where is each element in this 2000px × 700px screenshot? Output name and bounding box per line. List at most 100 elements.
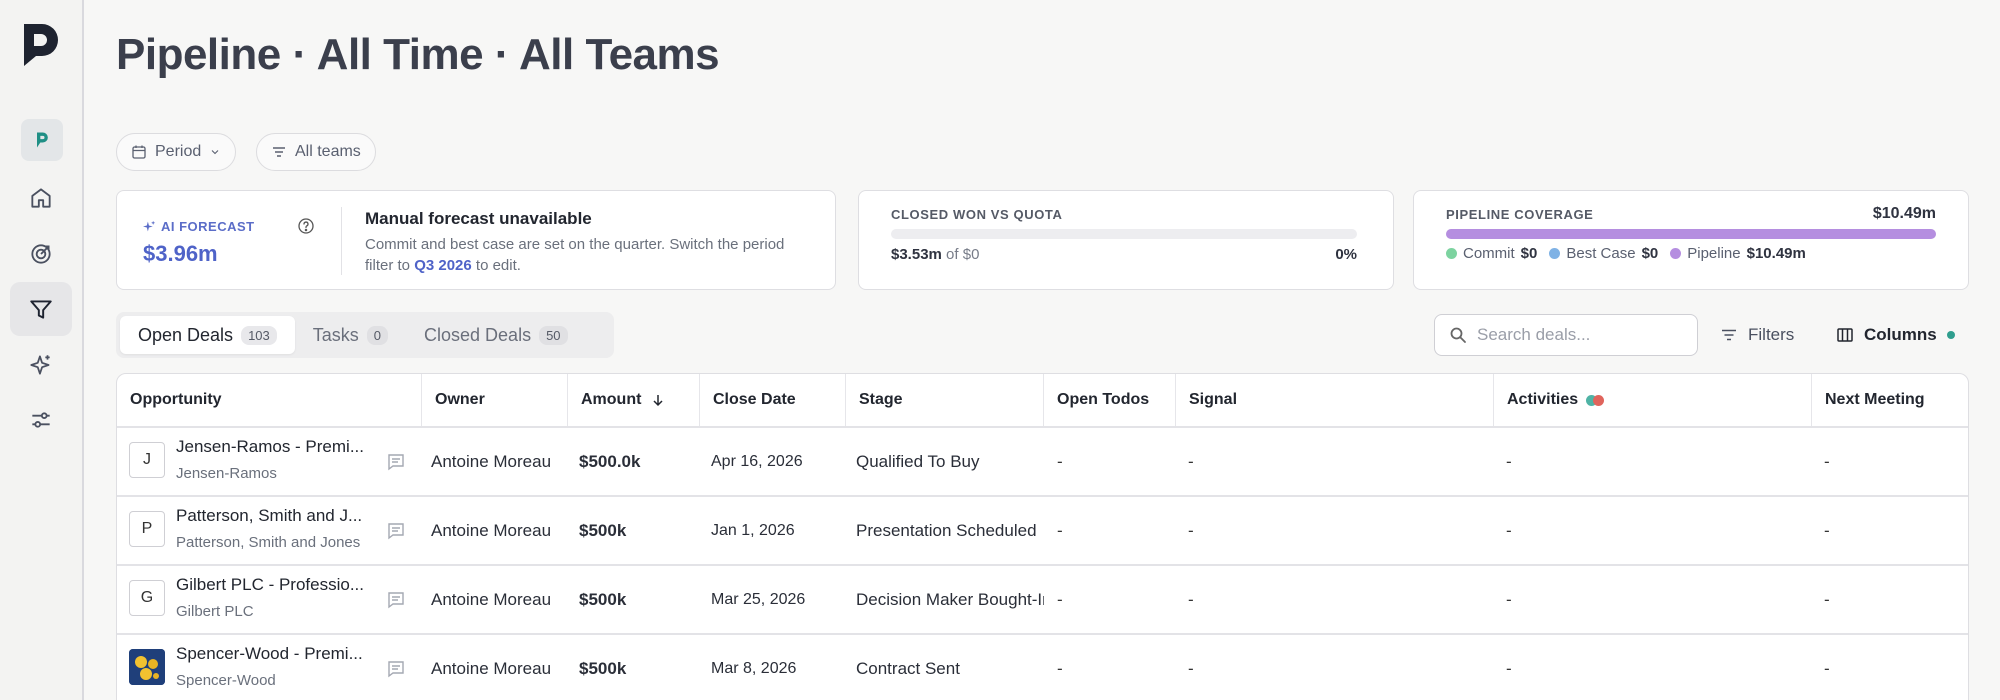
col-opportunity[interactable]: Opportunity (117, 374, 422, 426)
columns-indicator-dot (1946, 331, 1955, 339)
col-activities-label: Activities (1507, 391, 1579, 408)
company-avatar: P (129, 511, 165, 547)
target-icon[interactable] (10, 227, 72, 281)
amount-cell: $500k (579, 520, 627, 540)
closed-won-quota-card: CLOSED WON VS QUOTA $3.53m of $0 0% (858, 190, 1394, 290)
activities-cell: - (1506, 589, 1512, 609)
close-date-cell: Apr 16, 2026 (711, 452, 803, 470)
stage-cell[interactable]: Decision Maker Bought-In (856, 566, 1044, 633)
legend-best-case: Best Case $0 (1549, 245, 1658, 262)
open-todos-cell: - (1057, 451, 1063, 471)
company-avatar (129, 649, 165, 685)
tab-closed-deals-count: 50 (539, 325, 568, 345)
columns-icon (1837, 328, 1853, 342)
pipeline-filter-icon[interactable] (10, 282, 72, 336)
quota-amount: $3.53m of $0 (891, 246, 979, 263)
table-header: Opportunity Owner Amount Close Date Stag… (117, 374, 1968, 428)
col-owner-label: Owner (435, 391, 485, 408)
filters-label: Filters (1748, 325, 1795, 344)
close-date-cell: Mar 25, 2026 (711, 590, 806, 608)
col-stage[interactable]: Stage (846, 374, 1044, 426)
open-todos-cell: - (1057, 520, 1063, 540)
legend-commit: Commit $0 (1446, 245, 1537, 262)
table-row[interactable]: Spencer-Wood - Premi... Spencer-Wood Antoi… (117, 635, 1968, 700)
col-open-todos[interactable]: Open Todos (1044, 374, 1176, 426)
company-name: Patterson, Smith and Jones (176, 534, 361, 551)
filters-button[interactable]: Filters (1720, 320, 1794, 350)
teams-filter-button[interactable]: All teams (256, 133, 376, 171)
amount-cell: $500k (579, 658, 627, 678)
owner-cell: Antoine Moreau (431, 658, 552, 678)
app-logo[interactable] (20, 22, 60, 68)
opportunity-name[interactable]: Jensen-Ramos - Premi... (176, 437, 384, 457)
manual-desc-text-end: to edit. (471, 257, 521, 274)
owner-cell: Antoine Moreau (431, 589, 552, 609)
col-next-meeting[interactable]: Next Meeting (1812, 374, 1968, 426)
comment-icon[interactable] (386, 452, 406, 472)
quota-percent: 0% (1335, 246, 1357, 263)
search-box[interactable] (1434, 314, 1698, 356)
owner-cell: Antoine Moreau (431, 451, 552, 471)
company-name: Spencer-Wood (176, 672, 276, 689)
pipeline-coverage-card: PIPELINE COVERAGE $10.49m Commit $0 Best … (1413, 190, 1969, 290)
stage-cell[interactable]: Qualified To Buy (856, 428, 1044, 495)
comment-icon[interactable] (386, 659, 406, 679)
workspace-brand-icon[interactable] (21, 119, 63, 161)
signal-cell: - (1188, 658, 1194, 678)
col-close-date[interactable]: Close Date (700, 374, 846, 426)
opportunity-name[interactable]: Patterson, Smith and J... (176, 506, 384, 526)
sidebar (0, 0, 84, 700)
next-meeting-cell: - (1824, 520, 1830, 540)
period-filter-button[interactable]: Period (116, 133, 237, 171)
manual-forecast-title: Manual forecast unavailable (365, 209, 592, 228)
columns-label: Columns (1864, 325, 1937, 344)
col-signal[interactable]: Signal (1176, 374, 1494, 426)
coverage-total: $10.49m (1872, 205, 1936, 222)
comment-icon[interactable] (386, 590, 406, 610)
quota-of-text: of $0 (946, 246, 980, 263)
signal-cell: - (1188, 520, 1194, 540)
legend-commit-value: $0 (1520, 245, 1538, 262)
best-case-dot (1549, 248, 1561, 259)
opportunity-name[interactable]: Spencer-Wood - Premi... (176, 644, 384, 664)
period-link[interactable]: Q3 2026 (414, 257, 472, 274)
company-avatar: J (129, 442, 165, 478)
table-row[interactable]: G Gilbert PLC - Professio... Gilbert PLC An… (117, 566, 1968, 635)
ai-forecast-value: $3.96m (143, 241, 218, 266)
comment-icon[interactable] (386, 521, 406, 541)
coverage-progress-bar (1446, 229, 1936, 239)
col-owner[interactable]: Owner (422, 374, 568, 426)
col-amount[interactable]: Amount (568, 374, 700, 426)
amount-cell: $500.0k (579, 451, 641, 471)
tab-closed-deals-label: Closed Deals (424, 324, 532, 345)
tab-closed-deals[interactable]: Closed Deals 50 (406, 316, 586, 354)
sparkles-icon[interactable] (10, 338, 72, 392)
owner-cell: Antoine Moreau (431, 520, 552, 540)
teams-filter-label: All teams (295, 143, 361, 160)
col-open-todos-label: Open Todos (1057, 391, 1150, 408)
col-amount-label: Amount (581, 391, 642, 408)
tab-open-deals[interactable]: Open Deals 103 (120, 316, 295, 354)
tab-tasks[interactable]: Tasks 0 (295, 316, 406, 354)
stage-cell[interactable]: Contract Sent (856, 635, 1044, 700)
help-circle-icon[interactable] (297, 217, 315, 235)
manual-forecast-description: Commit and best case are set on the quar… (365, 234, 815, 276)
settings-sliders-icon[interactable] (10, 393, 72, 447)
commit-dot (1446, 248, 1457, 259)
table-row[interactable]: J Jensen-Ramos - Premi... Jensen-Ramos Anto… (117, 428, 1968, 497)
opportunity-name[interactable]: Gilbert PLC - Professio... (176, 575, 384, 595)
table-row[interactable]: P Patterson, Smith and J... Patterson, Smi… (117, 497, 1968, 566)
avatar-initial: G (140, 589, 154, 606)
activities-cell: - (1506, 520, 1512, 540)
legend-pipeline-name: Pipeline (1687, 245, 1741, 262)
home-icon[interactable] (10, 171, 72, 225)
stage-cell[interactable]: Presentation Scheduled (856, 497, 1044, 564)
columns-button[interactable]: Columns (1836, 320, 1955, 350)
search-input[interactable] (1477, 325, 1677, 345)
amount-cell: $500k (579, 589, 627, 609)
open-todos-cell: - (1057, 658, 1063, 678)
col-activities[interactable]: Activities (1494, 374, 1812, 426)
page-title: Pipeline · All Time · All Teams (116, 30, 720, 79)
activities-cell: - (1506, 451, 1512, 471)
tab-tasks-count: 0 (366, 325, 389, 345)
